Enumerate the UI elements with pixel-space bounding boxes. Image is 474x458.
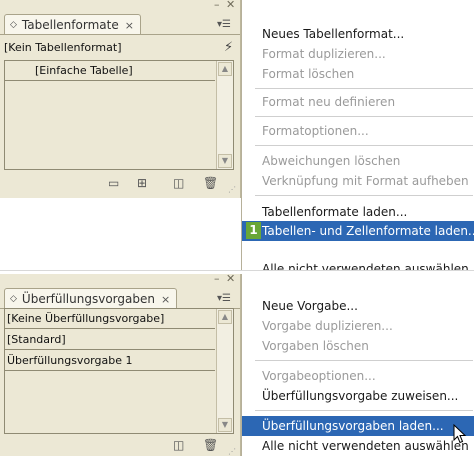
table-styles-screenshot: – ✕ ◇ Tabellenformate × ▾☰ [Kein Tabelle… xyxy=(0,0,474,270)
panel-menu-icon[interactable]: ▾☰ xyxy=(214,18,234,32)
tab-table-styles[interactable]: ◇ Tabellenformate × xyxy=(4,14,141,35)
menu-item-style-options[interactable]: Formatoptionen... xyxy=(242,121,474,141)
close-icon[interactable]: ✕ xyxy=(226,0,235,12)
menu-item-new-table-style[interactable]: Neues Tabellenformat... xyxy=(242,24,474,44)
step-badge: 1 xyxy=(246,222,261,239)
clear-overrides-icon[interactable]: ⊞ xyxy=(137,176,147,190)
styles-list: [Einfache Tabelle] ▲ ▼ xyxy=(4,60,234,170)
menu-item-duplicate-style[interactable]: Format duplizieren... xyxy=(242,44,474,64)
scroll-down-icon[interactable]: ▼ xyxy=(218,418,232,432)
table-styles-flyout-menu: Neues Tabellenformat... Format duplizier… xyxy=(241,0,474,270)
default-style-row[interactable]: [Kein Tabellenformat] xyxy=(4,38,232,58)
tab-collapse-icon[interactable]: ◇ xyxy=(10,294,17,304)
menu-separator xyxy=(255,88,473,89)
menu-item-select-unused[interactable]: Alle nicht verwendeten auswählen xyxy=(242,254,474,270)
minimize-icon[interactable]: – xyxy=(214,0,220,12)
preset-name: Überfüllungsvorgabe 1 xyxy=(7,354,133,367)
scrollbar[interactable]: ▲ ▼ xyxy=(216,61,233,169)
style-name: [Kein Tabellenformat] xyxy=(4,41,122,54)
minimize-icon[interactable]: – xyxy=(214,272,220,286)
scrollbar[interactable]: ▲ ▼ xyxy=(216,309,233,433)
menu-separator xyxy=(255,116,473,117)
menu-item-redefine-style[interactable]: Format neu definieren xyxy=(242,92,474,112)
menu-item-break-link[interactable]: Verknüpfung mit Format aufheben xyxy=(242,171,474,191)
menu-item-delete-style[interactable]: Format löschen xyxy=(242,64,474,84)
panel-titlebar: – ✕ xyxy=(0,0,240,14)
resize-grip-icon[interactable]: ⋰ xyxy=(228,447,236,456)
menu-item-load-table-styles[interactable]: Tabellenformate laden... xyxy=(242,202,474,222)
menu-item-load-presets[interactable]: Überfüllungsvorgaben laden... xyxy=(242,416,474,436)
trap-presets-screenshot: – ✕ ◇ Überfüllungsvorgaben × ▾☰ [Keine Ü… xyxy=(0,272,474,458)
menu-item-assign-preset[interactable]: Überfüllungsvorgabe zuweisen... xyxy=(242,386,474,406)
mouse-cursor-icon xyxy=(453,424,467,444)
preset-name: [Standard] xyxy=(7,333,66,346)
panel-footer: ▭ ⊞ ◫ 🗑 ⋰ xyxy=(0,170,240,196)
trash-icon[interactable]: 🗑 xyxy=(203,438,218,452)
tab-close-icon[interactable]: × xyxy=(161,293,170,306)
close-icon[interactable]: ✕ xyxy=(226,272,235,286)
scroll-down-icon[interactable]: ▼ xyxy=(218,154,232,168)
resize-grip-icon[interactable]: ⋰ xyxy=(228,185,236,194)
folder-icon[interactable]: ▭ xyxy=(108,176,119,190)
scroll-up-icon[interactable]: ▲ xyxy=(218,310,232,324)
new-style-icon[interactable]: ◫ xyxy=(173,176,184,190)
panel-menu-icon[interactable]: ▾☰ xyxy=(214,292,234,306)
list-item[interactable]: [Standard] xyxy=(5,330,215,350)
list-item[interactable]: [Keine Überfüllungsvorgabe] xyxy=(5,309,215,329)
table-styles-panel: – ✕ ◇ Tabellenformate × ▾☰ [Kein Tabelle… xyxy=(0,0,241,198)
menu-separator xyxy=(255,195,473,196)
tab-close-icon[interactable]: × xyxy=(125,19,134,32)
style-name: [Einfache Tabelle] xyxy=(35,64,133,77)
menu-separator xyxy=(255,145,473,146)
menu-item-select-unused[interactable]: Alle nicht verwendeten auswählen xyxy=(242,436,474,456)
trap-presets-flyout-menu: Neue Vorgabe... Vorgabe duplizieren... V… xyxy=(241,274,474,456)
list-item[interactable]: [Einfache Tabelle] xyxy=(5,61,215,81)
menu-item-duplicate-preset[interactable]: Vorgabe duplizieren... xyxy=(242,316,474,336)
scroll-up-icon[interactable]: ▲ xyxy=(218,62,232,76)
menu-item-load-table-cell-styles[interactable]: Tabellen- und Zellenformate laden... xyxy=(242,221,474,241)
menu-item-clear-overrides[interactable]: Abweichungen löschen xyxy=(242,151,474,171)
menu-item-delete-presets[interactable]: Vorgaben löschen xyxy=(242,336,474,356)
menu-item-new-preset[interactable]: Neue Vorgabe... xyxy=(242,296,474,316)
menu-separator xyxy=(255,360,473,361)
tab-label: Überfüllungsvorgaben xyxy=(21,292,155,306)
presets-list: [Keine Überfüllungsvorgabe] [Standard] Ü… xyxy=(4,308,234,434)
menu-separator xyxy=(255,410,473,411)
preset-name: [Keine Überfüllungsvorgabe] xyxy=(7,312,165,325)
panel-footer: ◫ 🗑 ⋰ xyxy=(0,432,240,458)
tab-divider xyxy=(0,34,240,35)
tab-collapse-icon[interactable]: ◇ xyxy=(10,20,17,30)
tab-label: Tabellenformate xyxy=(21,18,119,32)
panel-titlebar: – ✕ xyxy=(0,272,240,288)
menu-item-preset-options[interactable]: Vorgabeoptionen... xyxy=(242,366,474,386)
trash-icon[interactable]: 🗑 xyxy=(203,176,218,190)
lightning-icon[interactable]: ⚡ xyxy=(224,40,233,55)
trap-presets-panel: – ✕ ◇ Überfüllungsvorgaben × ▾☰ [Keine Ü… xyxy=(0,272,241,458)
tab-trap-presets[interactable]: ◇ Überfüllungsvorgaben × xyxy=(4,288,178,309)
new-preset-icon[interactable]: ◫ xyxy=(173,438,184,452)
list-item[interactable]: Überfüllungsvorgabe 1 xyxy=(5,351,215,371)
